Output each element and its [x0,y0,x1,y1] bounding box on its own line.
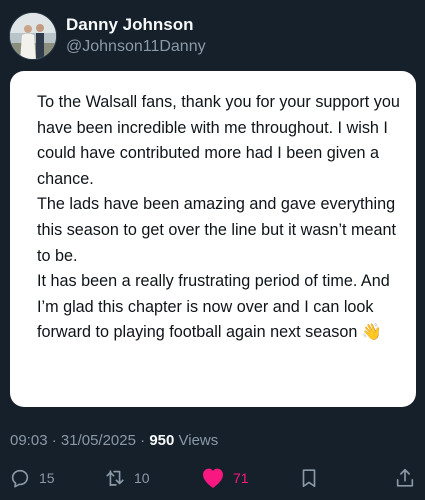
meta-separator: · [140,432,146,449]
repost-button[interactable]: 10 [104,464,150,492]
views-label: Views [178,432,219,449]
display-name[interactable]: Danny Johnson [66,15,194,35]
reply-button[interactable]: 15 [9,464,55,492]
share-icon [396,468,414,487]
bookmark-button[interactable] [298,464,320,492]
like-count: 71 [233,470,249,486]
action-bar: 15 10 71 [0,464,425,492]
user-handle[interactable]: @Johnson11Danny [66,38,206,56]
tweet-meta: 09:03 · 31/05/2025 · 950 Views [10,432,218,449]
like-button[interactable]: 71 [201,464,249,492]
profile-photo-icon [10,13,56,59]
share-button[interactable] [394,464,416,492]
tweet-text-card: To the Walsall fans, thank you for your … [10,71,416,407]
repost-icon [106,470,124,487]
views-count: 950 [149,432,175,449]
tweet-time[interactable]: 09:03 [10,432,48,449]
reply-icon [11,469,29,488]
repost-count: 10 [134,470,150,486]
reply-count: 15 [39,470,55,486]
heart-icon [203,468,223,488]
bookmark-icon [302,469,316,488]
tweet-date[interactable]: 31/05/2025 [61,432,136,449]
meta-separator: · [51,432,57,449]
avatar[interactable] [9,12,57,60]
